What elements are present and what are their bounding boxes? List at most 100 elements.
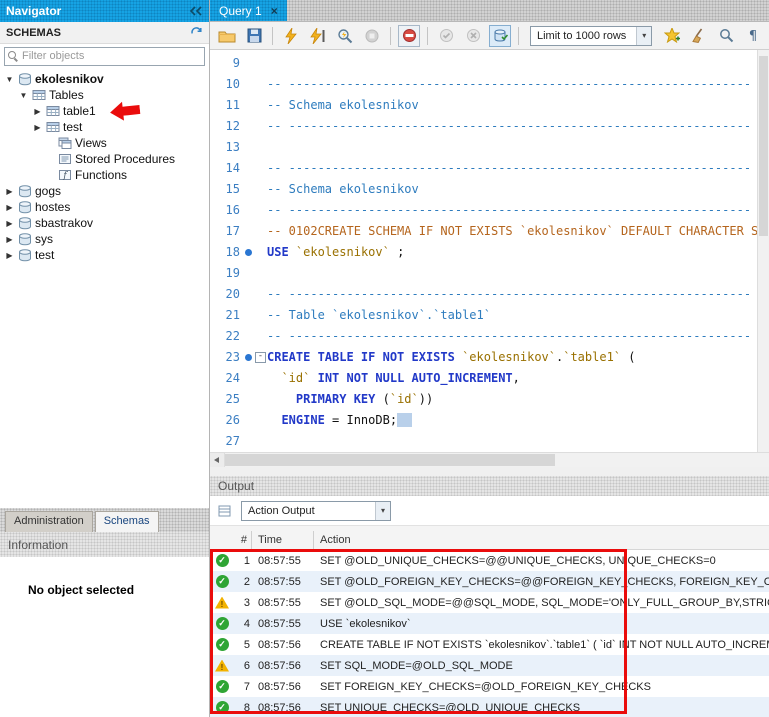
expander-icon[interactable]: ▶ (32, 123, 43, 132)
tree-item-gogs[interactable]: ▶gogs (0, 183, 209, 199)
output-row-7[interactable]: ✓708:57:56SET FOREIGN_KEY_CHECKS=@OLD_FO… (210, 676, 769, 697)
success-icon: ✓ (216, 554, 229, 567)
output-row-2[interactable]: ✓208:57:55SET @OLD_FOREIGN_KEY_CHECKS=@@… (210, 571, 769, 592)
tree-item-sbastrakov[interactable]: ▶sbastrakov (0, 215, 209, 231)
output-row-5[interactable]: ✓508:57:56CREATE TABLE IF NOT EXISTS `ek… (210, 634, 769, 655)
save-snippet-button[interactable] (661, 25, 683, 47)
code-line-26[interactable]: 26 ENGINE = InnoDB; (210, 410, 769, 431)
tab-administration[interactable]: Administration (5, 511, 93, 532)
column-header-time[interactable]: Time (252, 531, 314, 549)
open-script-button[interactable] (216, 25, 238, 47)
find-button[interactable] (715, 25, 737, 47)
horizontal-scrollbar[interactable] (210, 452, 769, 467)
code-line-16[interactable]: 16-- -----------------------------------… (210, 200, 769, 221)
autocommit-button[interactable] (489, 25, 511, 47)
expander-icon[interactable]: ▼ (4, 75, 15, 84)
stop-button[interactable] (361, 25, 383, 47)
tree-item-sys[interactable]: ▶sys (0, 231, 209, 247)
tree-item-views[interactable]: Views (0, 135, 209, 151)
code-line-25[interactable]: 25 PRIMARY KEY (`id`)) (210, 389, 769, 410)
action-list-icon (218, 505, 231, 517)
fold-spacer (254, 221, 267, 242)
tree-item-tables[interactable]: ▼Tables (0, 87, 209, 103)
code-line-12[interactable]: 12-- -----------------------------------… (210, 116, 769, 137)
output-row-1[interactable]: ✓108:57:55SET @OLD_UNIQUE_CHECKS=@@UNIQU… (210, 550, 769, 571)
code-line-24[interactable]: 24 `id` INT NOT NULL AUTO_INCREMENT, (210, 368, 769, 389)
beautify-button[interactable] (688, 25, 710, 47)
code-line-21[interactable]: 21-- Table `ekolesnikov`.`table1` (210, 305, 769, 326)
code-line-17[interactable]: 17-- 0102CREATE SCHEMA IF NOT EXISTS `ek… (210, 221, 769, 242)
code-line-10[interactable]: 10-- -----------------------------------… (210, 74, 769, 95)
refresh-icon[interactable] (190, 27, 203, 39)
commit-button[interactable] (435, 25, 457, 47)
row-index: 3 (234, 597, 252, 609)
code-line-20[interactable]: 20-- -----------------------------------… (210, 284, 769, 305)
code-line-13[interactable]: 13 (210, 137, 769, 158)
code-line-15[interactable]: 15-- Schema ekolesnikov (210, 179, 769, 200)
output-row-3[interactable]: !308:57:55SET @OLD_SQL_MODE=@@SQL_MODE, … (210, 592, 769, 613)
expander-icon[interactable]: ▶ (32, 107, 43, 116)
expander-icon[interactable]: ▶ (4, 219, 15, 228)
code-text (267, 431, 769, 452)
execute-current-button[interactable] (307, 25, 329, 47)
row-index: 6 (234, 660, 252, 672)
expander-icon[interactable]: ▶ (4, 251, 15, 260)
code-text: ENGINE = InnoDB; (267, 410, 769, 431)
expander-icon[interactable]: ▶ (4, 203, 15, 212)
explain-button[interactable] (334, 25, 356, 47)
close-tab-icon[interactable]: × (271, 5, 278, 17)
stop-on-error-button[interactable] (398, 25, 420, 47)
tree-item-functions[interactable]: fFunctions (0, 167, 209, 183)
code-line-19[interactable]: 19 (210, 263, 769, 284)
scrollbar-thumb[interactable] (225, 454, 555, 466)
tree-item-stored-procedures[interactable]: Stored Procedures (0, 151, 209, 167)
filter-objects-input[interactable] (22, 50, 201, 62)
column-header-number[interactable]: # (210, 531, 252, 549)
output-view-dropdown[interactable]: Action Output ▾ (241, 501, 391, 521)
code-line-18[interactable]: 18USE `ekolesnikov` ; (210, 242, 769, 263)
table-icon (46, 105, 60, 117)
sql-editor[interactable]: 910-- ----------------------------------… (210, 50, 769, 452)
chevron-down-icon[interactable]: ▾ (375, 502, 390, 520)
tab-query-1[interactable]: Query 1 × (210, 0, 287, 21)
fold-collapse-icon[interactable] (254, 347, 267, 368)
fold-spacer (254, 284, 267, 305)
output-row-4[interactable]: ✓408:57:55USE `ekolesnikov` (210, 613, 769, 634)
tree-item-ekolesnikov[interactable]: ▼ekolesnikov (0, 71, 209, 87)
tree-item-label: table1 (63, 104, 96, 118)
execute-button[interactable] (280, 25, 302, 47)
scrollbar-track[interactable] (225, 453, 769, 467)
vertical-scrollbar[interactable] (757, 50, 769, 452)
code-line-11[interactable]: 11-- Schema ekolesnikov (210, 95, 769, 116)
expander-icon[interactable]: ▼ (18, 91, 29, 100)
code-line-14[interactable]: 14-- -----------------------------------… (210, 158, 769, 179)
code-line-22[interactable]: 22-- -----------------------------------… (210, 326, 769, 347)
tree-item-test[interactable]: ▶test (0, 247, 209, 263)
limit-rows-dropdown[interactable]: Limit to 1000 rows▾ (530, 26, 652, 46)
invisible-characters-button[interactable]: ¶ (742, 25, 764, 47)
fold-spacer (254, 53, 267, 74)
code-line-27[interactable]: 27 (210, 431, 769, 452)
expander-icon[interactable]: ▶ (4, 187, 15, 196)
panel-splitter[interactable] (210, 467, 769, 476)
scrollbar-thumb[interactable] (759, 56, 768, 236)
expander-icon[interactable]: ▶ (4, 235, 15, 244)
rollback-button[interactable] (462, 25, 484, 47)
tree-item-test[interactable]: ▶test (0, 119, 209, 135)
code-line-23[interactable]: 23CREATE TABLE IF NOT EXISTS `ekolesniko… (210, 347, 769, 368)
tab-schemas[interactable]: Schemas (95, 511, 159, 532)
fold-spacer (254, 326, 267, 347)
chevron-down-icon[interactable]: ▾ (636, 27, 651, 45)
save-script-button[interactable] (243, 25, 265, 47)
tree-item-table1[interactable]: ▶ table1 (0, 103, 209, 119)
collapse-panel-icon[interactable] (189, 6, 203, 16)
marker-spacer (244, 221, 254, 242)
scroll-left-arrow-icon[interactable] (210, 453, 225, 467)
code-line-9[interactable]: 9 (210, 53, 769, 74)
row-action: SET @OLD_UNIQUE_CHECKS=@@UNIQUE_CHECKS, … (314, 555, 769, 567)
column-header-action[interactable]: Action (314, 531, 769, 549)
output-row-8[interactable]: ✓808:57:56SET UNIQUE_CHECKS=@OLD_UNIQUE_… (210, 697, 769, 717)
output-row-6[interactable]: !608:57:56SET SQL_MODE=@OLD_SQL_MODE (210, 655, 769, 676)
marker-spacer (244, 158, 254, 179)
tree-item-hostes[interactable]: ▶hostes (0, 199, 209, 215)
